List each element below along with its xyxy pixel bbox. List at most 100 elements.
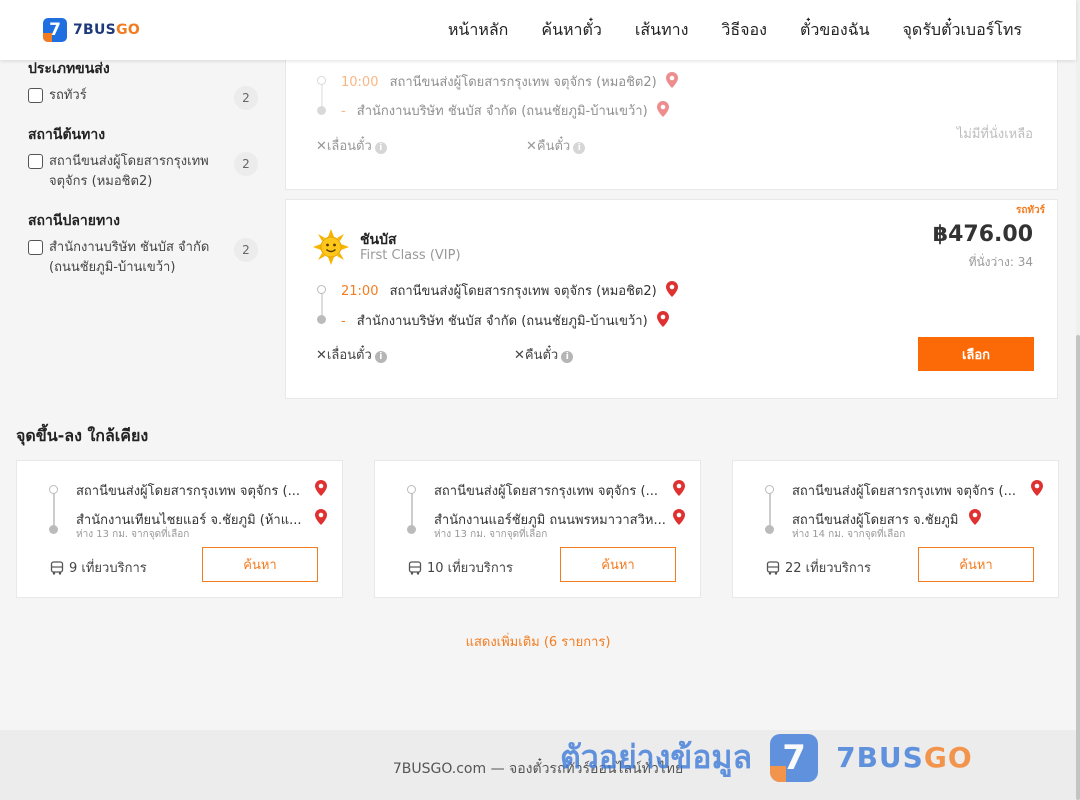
nav-ticket-points[interactable]: จุดรับตั๋วเบอร์โทร [903, 18, 1022, 43]
filter-option-label: รถทัวร์ [49, 88, 87, 103]
nearby-card: สถานีขนส่งผู้โดยสารกรุงเทพ จตุจักร (... … [732, 460, 1059, 598]
origin-dot [765, 485, 774, 494]
origin-dot [407, 485, 416, 494]
nav-routes[interactable]: เส้นทาง [635, 18, 689, 43]
logo-text: 7BUSGO [73, 22, 141, 38]
nearby-search-button[interactable]: ค้นหา [202, 547, 318, 582]
main-nav: หน้าหลัก ค้นหาตั๋ว เส้นทาง วิธีจอง ตั๋วข… [448, 18, 1022, 43]
bus-icon [408, 560, 422, 575]
nearby-origin: สถานีขนส่งผู้โดยสารกรุงเทพ จตุจักร (... [792, 484, 1016, 499]
destination-dot [765, 525, 774, 534]
page-scrollbar[interactable] [1076, 0, 1080, 800]
nav-my-tickets[interactable]: ตั๋วของฉัน [800, 18, 870, 43]
info-icon[interactable]: i [573, 142, 586, 154]
change-policy[interactable]: ✕เลื่อนตั๋ว i [316, 344, 387, 365]
select-trip-button[interactable]: เลือก [918, 337, 1034, 371]
origin-dot [317, 285, 326, 294]
filter-sidebar: ประเภทขนส่ง รถทัวร์ 2 สถานีต้นทาง สถานีข… [28, 40, 258, 288]
trip-card-soldout: 10:00 สถานีขนส่งผู้โดยสารกรุงเทพ จตุจักร… [285, 40, 1058, 190]
origin-dot [317, 76, 326, 85]
sold-out-status: ไม่มีที่นั่งเหลือ [956, 127, 1033, 142]
filter-count-badge: 2 [234, 86, 258, 110]
origin-row: 21:00 สถานีขนส่งผู้โดยสารกรุงเทพ จตุจักร… [341, 280, 678, 301]
map-pin-icon[interactable] [969, 509, 981, 525]
departure-time: 21:00 [341, 284, 379, 299]
nav-home[interactable]: หน้าหลัก [448, 18, 509, 43]
destination-row: - สำนักงานบริษัท ชันบัส จำกัด (ถนนชัยภูม… [341, 100, 669, 121]
site-logo[interactable]: 7 7BUSGO [43, 18, 140, 42]
nearby-card: สถานีขนส่งผู้โดยสารกรุงเทพ จตุจักร (... … [16, 460, 343, 598]
cross-icon: ✕ [514, 348, 525, 363]
filter-option-label: สถานีขนส่งผู้โดยสารกรุงเทพ จตุจักร (หมอช… [49, 154, 209, 189]
nearby-trip-count: 9 เที่ยวบริการ [50, 557, 147, 578]
map-pin-icon[interactable] [315, 509, 327, 525]
cross-icon: ✕ [526, 139, 537, 154]
nearby-trip-count: 22 เที่ยวบริการ [766, 557, 871, 578]
nearby-distance: ห่าง 13 กม. จากจุดที่เลือก [76, 529, 190, 540]
origin-stop: สถานีขนส่งผู้โดยสารกรุงเทพ จตุจักร (หมอช… [389, 284, 657, 299]
filter-title-vehicle-type: ประเภทขนส่ง [28, 61, 110, 77]
nearby-origin: สถานีขนส่งผู้โดยสารกรุงเทพ จตุจักร (... [434, 484, 658, 499]
arrival-mark: - [341, 104, 346, 119]
nearby-origin: สถานีขนส่งผู้โดยสารกรุงเทพ จตุจักร (... [76, 484, 300, 499]
map-pin-icon[interactable] [665, 72, 678, 88]
bus-type-tag: รถทัวร์ [1015, 205, 1045, 216]
nearby-distance: ห่าง 14 กม. จากจุดที่เลือก [792, 529, 906, 540]
filter-title-origin: สถานีต้นทาง [28, 127, 106, 143]
origin-dot [49, 485, 58, 494]
cross-icon: ✕ [316, 139, 327, 154]
change-policy[interactable]: ✕เลื่อนตั๋ว i [316, 135, 387, 156]
show-more-link[interactable]: แสดงเพิ่มเติม (6 รายการ) [0, 631, 1076, 652]
filter-count-badge: 2 [234, 152, 258, 176]
map-pin-icon[interactable] [665, 281, 678, 297]
map-pin-icon[interactable] [315, 480, 327, 496]
origin-stop: สถานีขนส่งผู้โดยสารกรุงเทพ จตุจักร (หมอช… [389, 75, 657, 90]
map-pin-icon[interactable] [673, 509, 685, 525]
filter-option-vehicle-type[interactable]: รถทัวร์ 2 [28, 86, 258, 110]
filter-option-label: สำนักงานบริษัท ชันบัส จำกัด (ถนนชัยภูมิ-… [49, 240, 210, 275]
filter-count-badge: 2 [234, 238, 258, 262]
cross-icon: ✕ [316, 348, 327, 363]
nearby-distance: ห่าง 13 กม. จากจุดที่เลือก [434, 529, 548, 540]
destination-row: - สำนักงานบริษัท ชันบัส จำกัด (ถนนชัยภูม… [341, 310, 669, 331]
nearby-section-title: จุดขึ้น-ลง ใกล้เคียง [16, 426, 149, 445]
checkbox[interactable] [28, 88, 43, 103]
watermark-brand: 7BUSGO [836, 741, 973, 774]
nav-how-to-book[interactable]: วิธีจอง [721, 18, 767, 43]
destination-dot [317, 315, 326, 324]
map-pin-icon[interactable] [656, 101, 669, 117]
refund-policy[interactable]: ✕คืนตั๋ว i [514, 344, 574, 365]
info-icon[interactable]: i [374, 142, 387, 154]
info-icon[interactable]: i [374, 351, 387, 363]
watermark-logo-mark: 7 [770, 733, 819, 782]
refund-policy[interactable]: ✕คืนตั๋ว i [526, 135, 586, 156]
map-pin-icon[interactable] [656, 311, 669, 327]
checkbox[interactable] [28, 240, 43, 255]
destination-dot [407, 525, 416, 534]
logo-mark: 7 [43, 18, 67, 42]
origin-row: 10:00 สถานีขนส่งผู้โดยสารกรุงเทพ จตุจักร… [341, 71, 678, 92]
destination-dot [317, 106, 326, 115]
map-pin-icon[interactable] [1031, 480, 1043, 496]
checkbox[interactable] [28, 154, 43, 169]
bus-icon [50, 560, 64, 575]
filter-option-destination[interactable]: สำนักงานบริษัท ชันบัส จำกัด (ถนนชัยภูมิ-… [28, 238, 258, 278]
top-header: 7 7BUSGO หน้าหลัก ค้นหาตั๋ว เส้นทาง วิธี… [0, 0, 1076, 60]
nearby-search-button[interactable]: ค้นหา [918, 547, 1034, 582]
bus-icon [766, 560, 780, 575]
ticket-price: ฿476.00 [932, 222, 1033, 247]
scrollbar-thumb[interactable] [1076, 335, 1080, 800]
arrival-mark: - [341, 314, 346, 329]
nearby-card: สถานีขนส่งผู้โดยสารกรุงเทพ จตุจักร (... … [374, 460, 701, 598]
nearby-search-button[interactable]: ค้นหา [560, 547, 676, 582]
destination-stop: สำนักงานบริษัท ชันบัส จำกัด (ถนนชัยภูมิ-… [356, 104, 648, 119]
sun-logo-icon [313, 229, 349, 265]
watermark-text: ตัวอย่างข้อมูล [560, 738, 753, 776]
info-icon[interactable]: i [561, 351, 574, 363]
nav-search-tickets[interactable]: ค้นหาตั๋ว [541, 18, 602, 43]
bus-class: First Class (VIP) [360, 248, 461, 263]
map-pin-icon[interactable] [673, 480, 685, 496]
filter-title-destination: สถานีปลายทาง [28, 213, 120, 229]
nearby-trip-count: 10 เที่ยวบริการ [408, 557, 513, 578]
filter-option-origin[interactable]: สถานีขนส่งผู้โดยสารกรุงเทพ จตุจักร (หมอช… [28, 152, 258, 192]
